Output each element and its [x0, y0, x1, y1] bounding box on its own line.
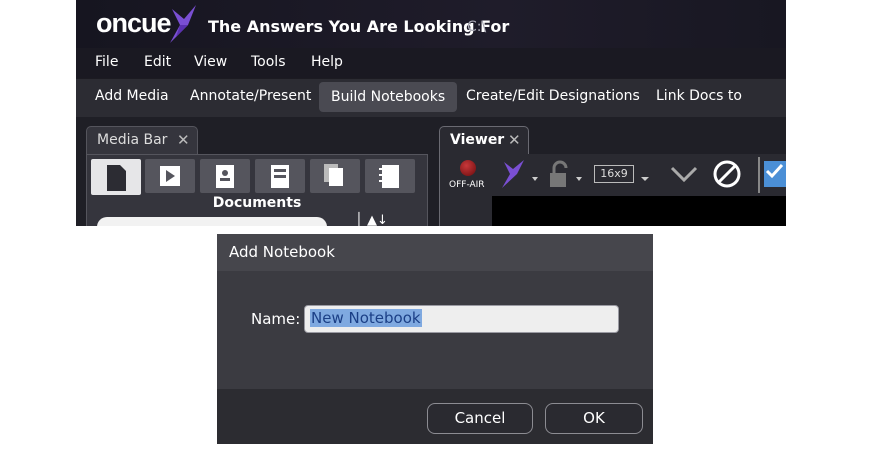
menu-bar: File Edit View Tools Help — [76, 48, 786, 78]
media-bar-panel: Documents │ ▲↓ — [86, 154, 428, 226]
document-search-input[interactable] — [97, 217, 327, 226]
document-icon[interactable] — [91, 159, 141, 195]
menu-help[interactable]: Help — [311, 54, 343, 70]
tab-build-notebooks[interactable]: Build Notebooks — [319, 82, 458, 112]
menu-edit[interactable]: Edit — [144, 54, 171, 70]
oncue-bird-dropdown-icon[interactable] — [498, 160, 542, 190]
close-icon[interactable]: ✕ — [508, 131, 521, 149]
name-label: Name: — [251, 310, 301, 328]
viewer-panel: OFF-AIR 16x9 — [439, 154, 786, 226]
notebook-icon[interactable] — [365, 159, 415, 193]
tab-annotate-present[interactable]: Annotate/Present — [178, 79, 323, 113]
menu-tools[interactable]: Tools — [251, 54, 286, 70]
play-video-icon[interactable] — [145, 159, 195, 193]
viewer-tab[interactable]: Viewer ✕ — [439, 126, 529, 155]
notebook-name-input[interactable]: New Notebook — [304, 305, 619, 333]
sort-icon[interactable]: │ ▲↓ — [355, 213, 388, 226]
path-label: C:\ — [467, 19, 487, 35]
oncue-bird-icon — [170, 5, 196, 43]
viewer-title: Viewer — [450, 132, 505, 148]
menu-view[interactable]: View — [194, 54, 227, 70]
menu-file[interactable]: File — [95, 54, 118, 70]
off-air-label: OFF-AIR — [449, 180, 485, 190]
add-notebook-dialog: Add Notebook Name: New Notebook Cancel O… — [217, 234, 653, 444]
multi-document-icon[interactable] — [310, 159, 360, 193]
witness-icon[interactable] — [200, 159, 250, 193]
checklist-icon[interactable] — [764, 159, 786, 189]
dialog-header: Add Notebook — [217, 234, 653, 271]
chevron-down-icon[interactable] — [638, 160, 652, 190]
exhibit-icon[interactable] — [255, 159, 305, 193]
aspect-ratio-button[interactable]: 16x9 — [594, 165, 634, 183]
cancel-button[interactable]: Cancel — [427, 403, 533, 434]
checkmark-icon[interactable] — [669, 160, 699, 188]
off-air-indicator-icon[interactable] — [460, 160, 476, 176]
title-bar: oncue The Answers You Are Looking For C:… — [76, 0, 786, 48]
tab-link-docs-to-video[interactable]: Link Docs to Video — [644, 79, 786, 138]
documents-label: Documents — [212, 195, 302, 211]
dialog-footer: Cancel OK — [217, 389, 653, 444]
dialog-title: Add Notebook — [229, 243, 335, 261]
lock-dropdown-icon[interactable] — [546, 160, 590, 190]
media-bar-tab[interactable]: Media Bar ✕ — [86, 126, 198, 155]
app-title: The Answers You Are Looking For — [208, 17, 510, 36]
app-window: oncue The Answers You Are Looking For C:… — [76, 0, 786, 226]
toolbar-divider — [758, 157, 760, 193]
close-icon[interactable]: ✕ — [177, 131, 190, 149]
prohibited-icon[interactable] — [711, 158, 743, 190]
ok-button[interactable]: OK — [545, 403, 643, 434]
notebook-name-value: New Notebook — [310, 309, 422, 327]
tab-add-media[interactable]: Add Media — [83, 79, 181, 113]
oncue-logo: oncue — [96, 8, 172, 38]
tab-create-edit-designations[interactable]: Create/Edit Designations — [454, 79, 652, 113]
media-bar-title: Media Bar — [97, 132, 168, 148]
ribbon-toolbar: Add Media Annotate/Present Build Noteboo… — [76, 79, 786, 138]
viewer-canvas[interactable] — [492, 196, 786, 226]
